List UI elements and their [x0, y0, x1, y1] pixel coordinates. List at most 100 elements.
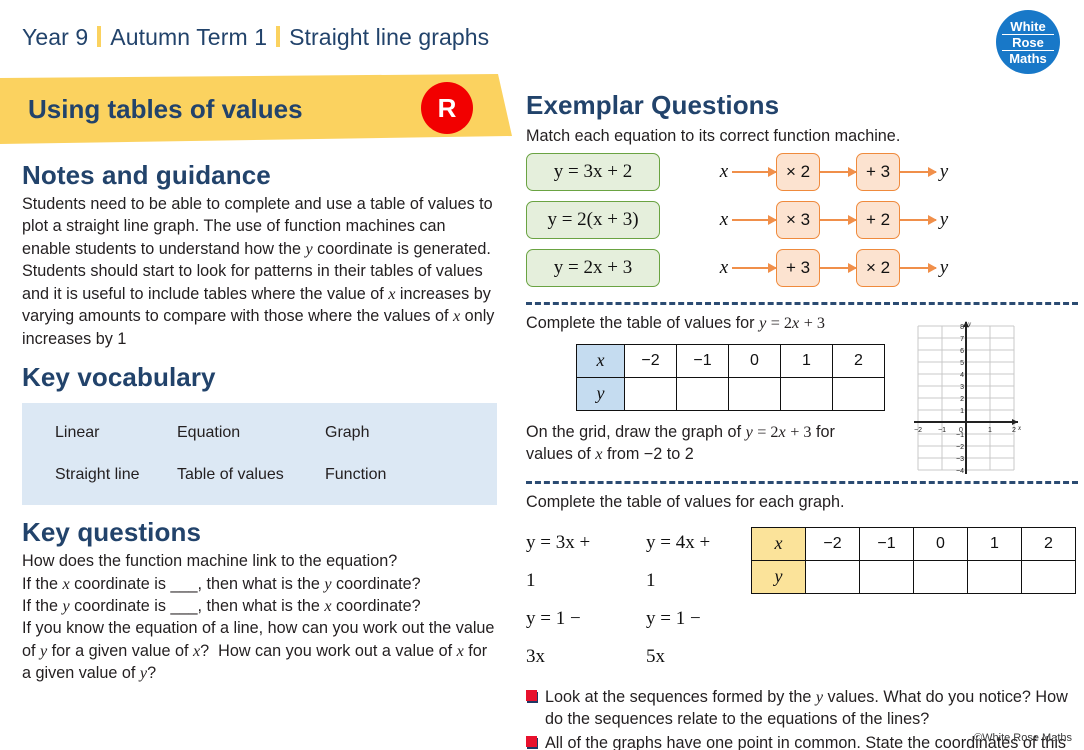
- vocabulary-row: Linear Equation Graph: [22, 420, 497, 446]
- table-cell: 1: [780, 343, 833, 378]
- question-2-subprompt: On the grid, draw the graph of y = 2x + …: [526, 422, 835, 464]
- table-cell: −2: [805, 526, 860, 561]
- question-3-body: y = 3x + 1 y = 1 − 3x y = 4x + 1 y = 1 −…: [526, 524, 1076, 676]
- vocab-term: Function: [325, 466, 387, 484]
- machine-operation-box[interactable]: × 3: [776, 201, 820, 240]
- logo-line-1: White: [1010, 18, 1046, 34]
- machine-output-label: y: [939, 161, 949, 183]
- table-cell: 0: [913, 526, 968, 561]
- arrow-icon: [820, 215, 857, 226]
- table-cell: 1: [967, 526, 1022, 561]
- arrow-icon: [900, 215, 937, 226]
- arrow-icon: [820, 167, 857, 178]
- slide-page: Year 9 Autumn Term 1 Straight line graph…: [0, 0, 1084, 750]
- table-cell-answer[interactable]: [780, 376, 833, 411]
- table-cell-answer[interactable]: [728, 376, 781, 411]
- arrow-icon: [732, 215, 777, 226]
- notes-text: Students need to be able to complete and…: [22, 195, 495, 348]
- equation-chip[interactable]: y = 2x + 3: [526, 249, 660, 288]
- equation-list-col-1: y = 3x + 1 y = 1 − 3x: [526, 524, 596, 676]
- vocabulary-heading: Key vocabulary: [22, 362, 216, 393]
- white-rose-maths-logo: White Rose Maths: [996, 10, 1060, 74]
- table-cell: −1: [859, 526, 914, 561]
- breadcrumb-topic: Straight line graphs: [289, 24, 490, 50]
- function-machine: x + 3 × 2 y: [716, 249, 952, 288]
- values-table-blue: x −2 −1 0 1 2 y: [576, 343, 885, 411]
- function-machine: x × 3 + 2 y: [716, 201, 952, 240]
- svg-text:6: 6: [960, 348, 964, 355]
- logo-line-2: Rose: [1002, 33, 1054, 51]
- machine-output-label: y: [939, 209, 949, 231]
- bullet-square-icon: [526, 735, 539, 749]
- equation-item: y = 1 − 3x: [526, 607, 581, 667]
- function-machine: x × 2 + 3 y: [716, 153, 952, 192]
- machine-operation-box[interactable]: + 3: [776, 249, 820, 288]
- match-activity: y = 3x + 2 y = 2(x + 3) y = 2x + 3 x × 2…: [526, 153, 1076, 293]
- machine-operation-box[interactable]: + 3: [856, 153, 900, 192]
- table-cell-answer[interactable]: [676, 376, 729, 411]
- table-row: y: [751, 559, 1076, 594]
- machine-operation-box[interactable]: × 2: [856, 249, 900, 288]
- table-cell-answer[interactable]: [1021, 559, 1076, 594]
- exemplar-heading: Exemplar Questions: [526, 90, 780, 120]
- row-label-x: x: [751, 526, 806, 561]
- key-questions-heading: Key questions: [22, 517, 202, 548]
- section-divider: [526, 302, 1078, 306]
- coordinate-grid-svg: y x 8 7 6 5 4 3 2 1 −1 −2 −3 −4 −2 −1 0: [914, 320, 1022, 475]
- svg-text:−4: −4: [956, 468, 964, 475]
- arrow-icon: [900, 167, 937, 178]
- bullet-text: Look at the sequences formed by the y va…: [545, 687, 1068, 728]
- machine-input-label: x: [719, 209, 729, 231]
- copyright-text: ©White Rose Maths: [974, 732, 1072, 744]
- breadcrumb-separator-icon: [97, 26, 102, 47]
- svg-text:y: y: [967, 320, 972, 328]
- status-badge: R: [421, 82, 473, 134]
- equation-chip[interactable]: y = 2(x + 3): [526, 201, 660, 240]
- table-cell: −1: [676, 343, 729, 378]
- table-cell-answer[interactable]: [624, 376, 677, 411]
- row-label-y: y: [751, 559, 806, 594]
- svg-text:5: 5: [960, 360, 964, 367]
- left-column: Notes and guidance Students need to be a…: [22, 160, 497, 685]
- equation-text: y = 2x + 3: [553, 257, 633, 279]
- equation-list-col-2: y = 4x + 1 y = 1 − 5x: [646, 524, 716, 676]
- svg-text:4: 4: [960, 372, 964, 379]
- svg-text:0: 0: [959, 427, 963, 434]
- table-cell-answer[interactable]: [859, 559, 914, 594]
- table-row: y: [576, 376, 885, 411]
- vocab-term: Straight line: [55, 466, 140, 484]
- table-cell-answer[interactable]: [913, 559, 968, 594]
- svg-text:−2: −2: [914, 427, 922, 434]
- table-cell: −2: [624, 343, 677, 378]
- notes-heading: Notes and guidance: [22, 160, 271, 190]
- svg-text:−3: −3: [956, 456, 964, 463]
- equation-item: y = 1 − 5x: [646, 607, 701, 667]
- table-cell: 2: [1021, 526, 1076, 561]
- machine-operation-box[interactable]: × 2: [776, 153, 820, 192]
- coordinate-grid[interactable]: y x 8 7 6 5 4 3 2 1 −1 −2 −3 −4 −2 −1 0: [910, 318, 1022, 499]
- vocab-term: Table of values: [177, 466, 284, 484]
- bullet-square-icon: [526, 689, 539, 703]
- page-title: Using tables of values: [28, 94, 303, 124]
- svg-text:x: x: [1017, 424, 1022, 432]
- machine-operation-box[interactable]: + 2: [856, 201, 900, 240]
- svg-text:2: 2: [960, 396, 964, 403]
- vocab-term: Equation: [177, 424, 241, 442]
- table-row: x −2 −1 0 1 2: [576, 343, 885, 378]
- arrow-icon: [732, 263, 777, 274]
- table-cell: 2: [832, 343, 885, 378]
- question-1-prompt: Match each equation to its correct funct…: [526, 127, 901, 145]
- svg-text:7: 7: [960, 336, 964, 343]
- breadcrumb-term: Autumn Term 1: [110, 24, 268, 50]
- equation-chip[interactable]: y = 3x + 2: [526, 153, 660, 192]
- svg-text:8: 8: [960, 324, 964, 331]
- vocab-term: Linear: [55, 424, 100, 442]
- table-cell-answer[interactable]: [967, 559, 1022, 594]
- table-cell-answer[interactable]: [832, 376, 885, 411]
- vocabulary-box: Linear Equation Graph Straight line Tabl…: [22, 403, 497, 506]
- table-cell-answer[interactable]: [805, 559, 860, 594]
- table-cell: 0: [728, 343, 781, 378]
- row-label-y: y: [576, 376, 625, 411]
- vocab-term: Graph: [325, 424, 370, 442]
- logo-line-3: Maths: [1009, 50, 1047, 66]
